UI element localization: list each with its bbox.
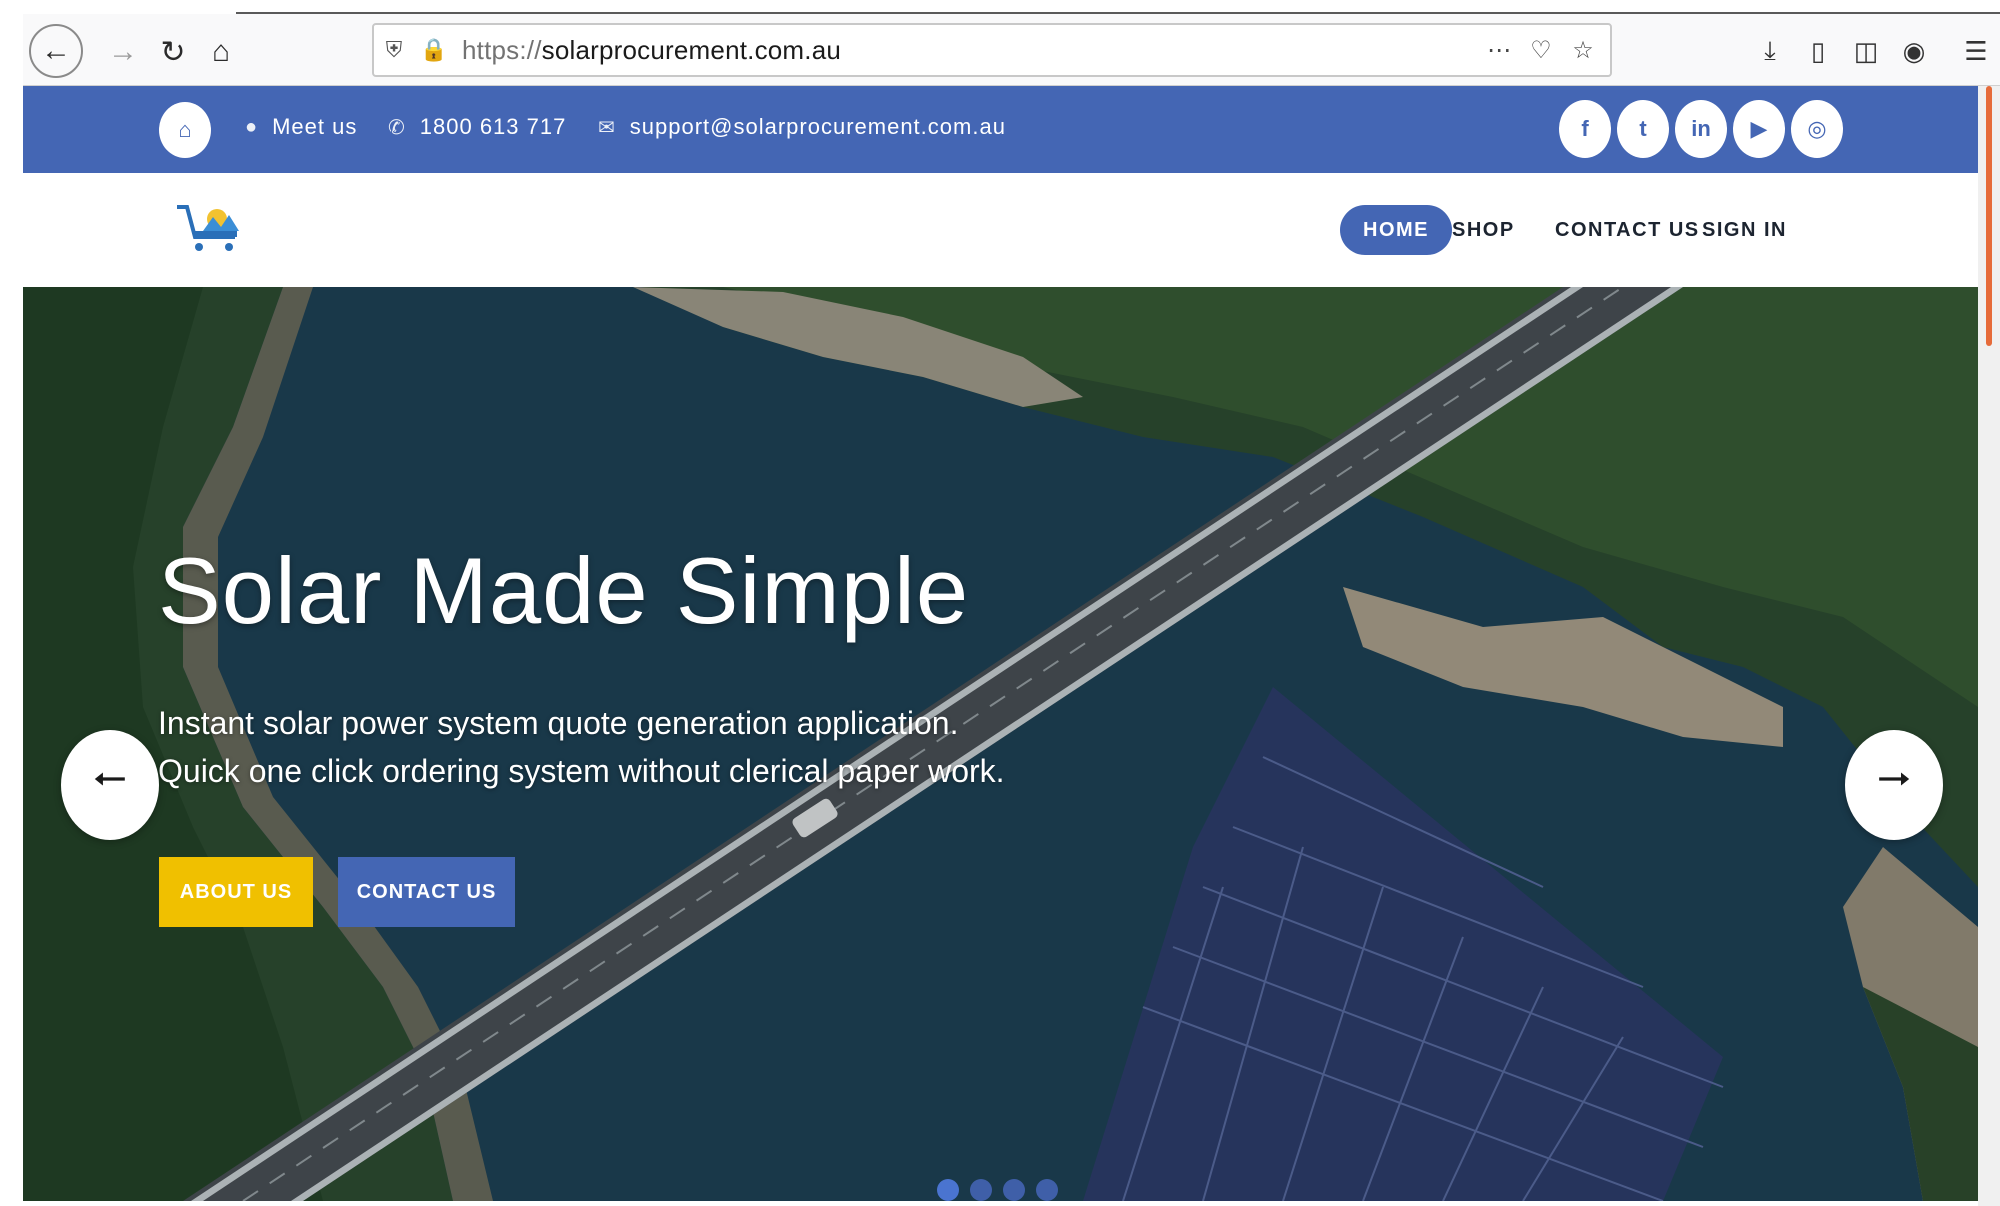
carousel-dot-4[interactable] <box>1036 1179 1058 1201</box>
nav-sign-in[interactable]: SIGN IN <box>1679 205 1810 255</box>
facebook-glyph: f <box>1581 116 1589 141</box>
shield-icon[interactable]: ⛨ <box>374 37 414 63</box>
more-dots-icon[interactable]: ⋯ <box>1478 36 1520 65</box>
library-icon[interactable]: ▯ <box>1794 28 1842 74</box>
url-protocol: https:// <box>462 34 542 65</box>
youtube-icon[interactable]: ▶ <box>1733 100 1785 158</box>
page-scrollbar[interactable] <box>1978 86 2000 1206</box>
url-domain: solarprocurement.com.au <box>541 34 842 65</box>
carousel-prev-arrow-icon[interactable]: 🠀 <box>61 730 159 840</box>
envelope-icon: ✉ <box>598 116 616 139</box>
carousel-dot-1[interactable] <box>937 1179 959 1201</box>
nav-shop[interactable]: SHOP <box>1429 205 1538 255</box>
about-us-button[interactable]: ABOUT US <box>159 857 313 927</box>
star-icon[interactable]: ☆ <box>1562 36 1604 65</box>
browser-toolbar: ← → ↻ ⌂ ⛨ 🔒 https://solarprocurement.com… <box>23 12 2000 86</box>
top-info-bar: ⌂ ● Meet us ✆ 1800 613 717 ✉ support@sol… <box>23 86 1978 173</box>
sidebar-icon[interactable]: ◫ <box>1842 28 1890 74</box>
download-icon[interactable]: ⤓ <box>1746 28 1794 74</box>
phone-icon: ✆ <box>388 116 406 139</box>
meet-us-label: Meet us <box>272 114 358 139</box>
hero-carousel: Solar Made Simple Instant solar power sy… <box>23 287 1978 1201</box>
hero-title: Solar Made Simple <box>158 538 970 643</box>
pocket-icon[interactable]: ♡ <box>1520 36 1562 65</box>
carousel-dot-2[interactable] <box>970 1179 992 1201</box>
meet-us-link[interactable]: ● Meet us <box>245 114 357 140</box>
phone-link[interactable]: ✆ 1800 613 717 <box>388 114 566 140</box>
lock-icon[interactable]: 🔒 <box>414 37 454 63</box>
instagram-glyph: ◎ <box>1807 116 1827 141</box>
back-icon[interactable]: ← <box>29 24 83 78</box>
facebook-icon[interactable]: f <box>1559 100 1611 158</box>
main-navbar: HOME SHOP CONTACT US SIGN IN <box>23 173 1978 287</box>
forward-icon[interactable]: → <box>103 32 143 72</box>
youtube-glyph: ▶ <box>1750 116 1768 141</box>
reload-icon[interactable]: ↻ <box>153 32 193 72</box>
carousel-indicators <box>937 1179 1058 1201</box>
carousel-dot-3[interactable] <box>1003 1179 1025 1201</box>
email-link[interactable]: ✉ support@solarprocurement.com.au <box>598 114 1006 140</box>
hero-background-image <box>23 287 1978 1201</box>
browser-tools: ⤓ ▯ ◫ ◉ ☰ <box>1746 28 2000 74</box>
tab-strip-gap <box>23 12 236 14</box>
phone-number: 1800 613 717 <box>419 114 567 139</box>
site-logo[interactable] <box>173 201 245 257</box>
twitter-glyph: t <box>1639 116 1647 141</box>
linkedin-glyph: in <box>1691 116 1711 141</box>
hero-subtitle-line-1: Instant solar power system quote generat… <box>158 705 959 741</box>
map-pin-icon: ● <box>245 115 259 138</box>
twitter-icon[interactable]: t <box>1617 100 1669 158</box>
email-address: support@solarprocurement.com.au <box>629 114 1006 139</box>
home-link-icon[interactable]: ⌂ <box>159 102 211 158</box>
hamburger-icon[interactable]: ☰ <box>1952 28 2000 74</box>
account-icon[interactable]: ◉ <box>1890 28 1938 74</box>
scrollbar-thumb[interactable] <box>1986 86 1992 346</box>
hero-subtitle-line-2: Quick one click ordering system without … <box>158 753 1005 789</box>
toolbar-separator <box>1938 28 1952 74</box>
contact-us-button[interactable]: CONTACT US <box>338 857 515 927</box>
url-text[interactable]: https://solarprocurement.com.au <box>462 35 841 66</box>
carousel-next-arrow-icon[interactable]: 🠂 <box>1845 730 1943 840</box>
url-actions: ⋯ ♡ ☆ <box>1478 25 1604 75</box>
home-icon[interactable]: ⌂ <box>201 32 241 72</box>
instagram-icon[interactable]: ◎ <box>1791 100 1843 158</box>
linkedin-icon[interactable]: in <box>1675 100 1727 158</box>
web-page: ⌂ ● Meet us ✆ 1800 613 717 ✉ support@sol… <box>23 86 1978 1201</box>
url-bar[interactable]: ⛨ 🔒 https://solarprocurement.com.au ⋯ ♡ … <box>372 23 1612 77</box>
